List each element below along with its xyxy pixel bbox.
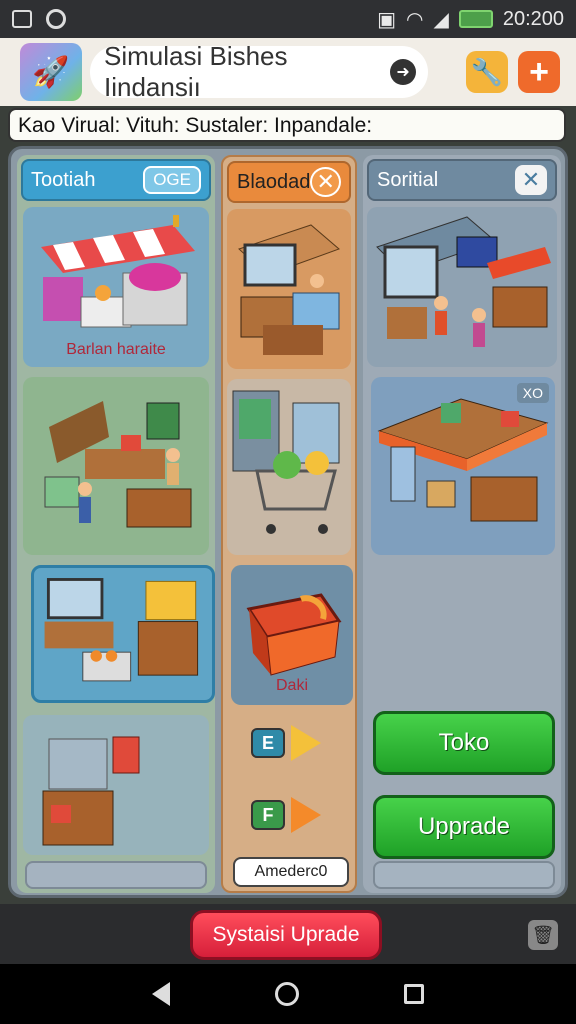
storage-tile[interactable] <box>23 715 209 855</box>
clock: 20:200 <box>502 7 564 30</box>
nfc-icon: ▣ <box>377 8 396 31</box>
close-icon[interactable]: ✕ <box>310 167 341 197</box>
office-tile[interactable] <box>23 377 209 555</box>
subtitle-bar: Kao Virual: Vituh: Sustaler: Inpandale: <box>8 108 566 142</box>
navigation-bar <box>0 964 576 1024</box>
kiosk-illustration <box>377 398 549 522</box>
game-board: Tootiah OGE Barlan haraite Blaodad ✕ Dak… <box>8 146 568 898</box>
column-soritial: Soritial ✕ XO Toko Upprade <box>363 155 561 893</box>
image-icon <box>12 10 32 28</box>
key-e[interactable]: E <box>251 728 285 758</box>
back-icon[interactable] <box>152 982 171 1006</box>
shop-counter-tile[interactable] <box>31 565 215 703</box>
cashier-tile[interactable] <box>227 209 351 369</box>
app-title: Simulasi Bishes Iindansiı <box>104 41 288 102</box>
sync-icon <box>46 9 66 29</box>
shop-counter-illustration <box>44 578 199 682</box>
system-upgrade-button[interactable]: Systaisi Uprade <box>190 910 382 960</box>
status-bar: ▣ ◠ ◢ 20:200 <box>0 0 576 38</box>
toko-button[interactable]: Toko <box>373 711 555 775</box>
play-arrow-icon[interactable] <box>291 797 321 833</box>
recents-icon[interactable] <box>403 984 424 1004</box>
storefront-illustration <box>376 216 551 347</box>
battery-icon <box>458 10 493 28</box>
close-icon[interactable]: ✕ <box>515 165 547 195</box>
signal-icon: ◢ <box>433 8 449 31</box>
app-logo[interactable]: 🚀 <box>20 43 82 101</box>
cart-tile[interactable] <box>227 379 351 555</box>
storefront-tile[interactable] <box>367 207 557 367</box>
market-stall-tile[interactable]: Barlan haraite <box>23 207 209 367</box>
wifi-icon: ◠ <box>405 8 424 31</box>
column-title: Blaodad <box>237 170 311 193</box>
kiosk-tag: XO <box>516 383 549 403</box>
play-arrow-icon[interactable] <box>291 725 321 761</box>
go-arrow-icon[interactable]: ➜ <box>390 59 416 85</box>
kiosk-tile[interactable]: XO <box>371 377 555 555</box>
column-title: Soritial <box>377 168 439 191</box>
column-title: Tootiah <box>31 168 96 191</box>
key-f[interactable]: F <box>251 800 285 830</box>
column-blaodad: Blaodad ✕ Daki E F Amederc0 <box>221 155 357 893</box>
column-header: Blaodad ✕ <box>227 161 351 203</box>
column-header: Tootiah OGE <box>21 159 211 201</box>
storage-illustration <box>42 736 140 846</box>
home-icon[interactable] <box>274 982 299 1006</box>
plus-icon[interactable]: + <box>518 51 560 93</box>
empty-slot[interactable] <box>373 861 555 889</box>
column-header: Soritial ✕ <box>367 159 557 201</box>
cashier-illustration <box>238 224 340 355</box>
tile-caption: Barlan haraite <box>66 341 166 358</box>
app-bar: 🚀 Simulasi Bishes Iindansiı ➜ 🔧 + <box>0 38 576 106</box>
trash-icon[interactable]: 🗑 <box>528 920 558 950</box>
key-row-f[interactable]: F <box>251 797 321 833</box>
column-badge[interactable]: OGE <box>143 166 201 194</box>
action-bar: Systaisi Uprade 🗑 <box>0 904 576 964</box>
empty-slot[interactable] <box>25 861 207 889</box>
key-row-e[interactable]: E <box>251 725 321 761</box>
shopping-cart-illustration <box>232 390 340 534</box>
wrench-icon[interactable]: 🔧 <box>466 51 508 93</box>
tile-caption: Daki <box>275 677 308 694</box>
upgrade-button[interactable]: Upprade <box>373 795 555 859</box>
column-tootiah: Tootiah OGE Barlan haraite <box>17 155 215 893</box>
basket-tile[interactable]: Daki <box>231 565 353 705</box>
app-title-pill[interactable]: Simulasi Bishes Iindansiı ➜ <box>90 41 428 102</box>
amount-field[interactable]: Amederc0 <box>233 857 349 887</box>
office-illustration <box>44 401 192 528</box>
